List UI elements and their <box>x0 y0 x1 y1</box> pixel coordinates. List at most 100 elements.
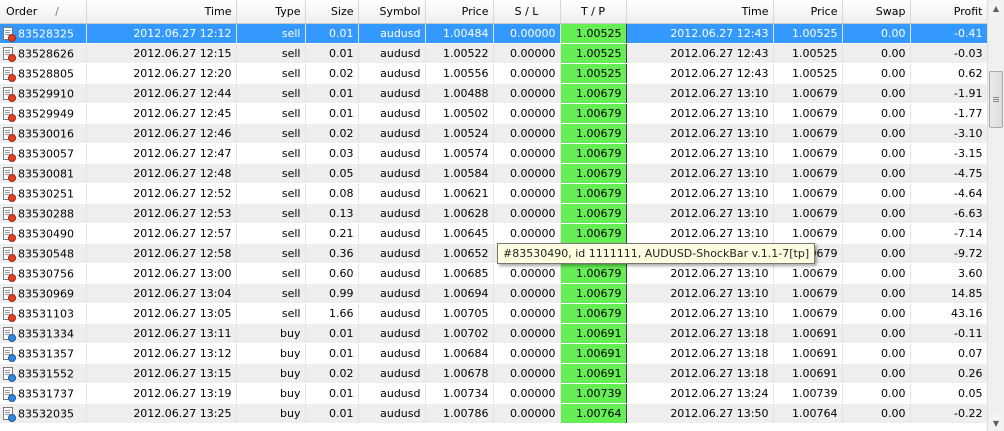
order-cell[interactable]: 83528626 <box>0 43 87 64</box>
table-row[interactable]: 83528325 2012.06.27 12:12 sell 0.01 audusd 1.… <box>0 23 987 44</box>
table-row[interactable]: 83530969 2012.06.27 13:04 sell 0.99 audusd 1.… <box>0 283 987 304</box>
column-header-close-price[interactable]: Price <box>773 0 843 24</box>
order-cell[interactable]: 83531103 <box>0 303 87 324</box>
order-cell[interactable]: 83530969 <box>0 283 87 304</box>
table-row[interactable]: 83528805 2012.06.27 12:20 sell 0.02 audusd 1.… <box>0 63 987 84</box>
column-header-time[interactable]: Time <box>86 0 237 24</box>
table-row[interactable]: 83530081 2012.06.27 12:48 sell 0.05 audusd 1.… <box>0 163 987 184</box>
scroll-down-button[interactable]: ▼ <box>989 415 1003 431</box>
close-price-cell: 1.00525 <box>773 43 843 64</box>
order-cell[interactable]: 83528805 <box>0 63 87 84</box>
sl-cell: 0.00000 <box>493 363 561 384</box>
table-row[interactable]: 83531552 2012.06.27 13:15 buy 0.02 audusd 1.0… <box>0 363 987 384</box>
profit-cell: -4.64 <box>910 183 987 204</box>
scrollbar-thumb[interactable] <box>989 71 1003 128</box>
type-cell: sell <box>236 223 306 244</box>
tp-cell: 1.00525 <box>559 43 627 64</box>
order-cell[interactable]: 83531334 <box>0 323 87 344</box>
price-cell: 1.00502 <box>425 103 494 124</box>
order-number: 83530756 <box>18 267 74 281</box>
order-cell[interactable]: 83528325 <box>0 23 87 44</box>
order-cell[interactable]: 83532035 <box>0 403 87 424</box>
order-cell[interactable]: 83530057 <box>0 143 87 164</box>
column-header-order-label: Order <box>6 5 38 18</box>
price-cell: 1.00786 <box>425 403 494 424</box>
sell-marker-icon <box>8 274 16 283</box>
buy-marker-icon <box>8 414 16 423</box>
close-price-cell: 1.00691 <box>773 363 843 384</box>
column-header-swap[interactable]: Swap <box>842 0 911 24</box>
table-row[interactable]: 83529949 2012.06.27 12:45 sell 0.01 audusd 1.… <box>0 103 987 124</box>
table-row[interactable]: 83530756 2012.06.27 13:00 sell 0.60 audusd 1.… <box>0 263 987 284</box>
swap-cell: 0.00 <box>842 203 911 224</box>
document-icon <box>3 367 16 383</box>
table-row[interactable]: 83530251 2012.06.27 12:52 sell 0.08 audusd 1.… <box>0 183 987 204</box>
table-row[interactable]: 83532035 2012.06.27 13:25 buy 0.01 audusd 1.0… <box>0 403 987 424</box>
size-cell: 0.01 <box>305 403 359 424</box>
table-row[interactable]: 83531357 2012.06.27 13:12 buy 0.01 audusd 1.0… <box>0 343 987 364</box>
order-cell[interactable]: 83530016 <box>0 123 87 144</box>
price-cell: 1.00574 <box>425 143 494 164</box>
column-header-close-time[interactable]: Time <box>626 0 774 24</box>
symbol-cell: audusd <box>358 223 426 244</box>
table-row[interactable]: 83531103 2012.06.27 13:05 sell 1.66 audusd 1.… <box>0 303 987 324</box>
order-cell[interactable]: 83530081 <box>0 163 87 184</box>
price-cell: 1.00678 <box>425 363 494 384</box>
order-cell[interactable]: 83530756 <box>0 263 87 284</box>
table-row[interactable]: 83530288 2012.06.27 12:53 sell 0.13 audusd 1.… <box>0 203 987 224</box>
column-header-type[interactable]: Type <box>236 0 306 24</box>
vertical-scrollbar[interactable]: ▲ ▼ <box>987 0 1004 431</box>
order-cell[interactable]: 83529949 <box>0 103 87 124</box>
order-cell[interactable]: 83530251 <box>0 183 87 204</box>
document-icon <box>3 267 16 283</box>
close-time-cell: 2012.06.27 13:18 <box>626 323 774 344</box>
order-cell[interactable]: 83531552 <box>0 363 87 384</box>
table-row[interactable]: 83530548 2012.06.27 12:58 sell 0.36 audusd 1.… <box>0 243 987 264</box>
symbol-cell: audusd <box>358 83 426 104</box>
tp-cell: 1.00691 <box>559 343 627 364</box>
column-header-sl[interactable]: S / L <box>493 0 561 24</box>
column-header-order[interactable]: Order / <box>0 0 87 24</box>
order-number: 83530081 <box>18 167 74 181</box>
price-cell: 1.00628 <box>425 203 494 224</box>
table-row[interactable]: 83530057 2012.06.27 12:47 sell 0.03 audusd 1.… <box>0 143 987 164</box>
sl-cell: 0.00000 <box>493 403 561 424</box>
table-row[interactable]: 83530490 2012.06.27 12:57 sell 0.21 audusd 1.… <box>0 223 987 244</box>
profit-cell: -1.91 <box>910 83 987 104</box>
type-cell: sell <box>236 43 306 64</box>
order-cell[interactable]: 83530490 <box>0 223 87 244</box>
order-cell[interactable]: 83531737 <box>0 383 87 404</box>
order-cell[interactable]: 83531357 <box>0 343 87 364</box>
sl-cell: 0.00000 <box>493 83 561 104</box>
order-number: 83532035 <box>18 407 74 421</box>
time-cell: 2012.06.27 12:15 <box>86 43 237 64</box>
order-number: 83529949 <box>18 107 74 121</box>
table-row[interactable]: 83530016 2012.06.27 12:46 sell 0.02 audusd 1.… <box>0 123 987 144</box>
symbol-cell: audusd <box>358 43 426 64</box>
document-icon <box>3 347 16 363</box>
order-cell[interactable]: 83530548 <box>0 243 87 264</box>
order-cell[interactable]: 83529910 <box>0 83 87 104</box>
table-row[interactable]: 83528626 2012.06.27 12:15 sell 0.01 audusd 1.… <box>0 43 987 64</box>
swap-cell: 0.00 <box>842 283 911 304</box>
profit-cell: 3.60 <box>910 263 987 284</box>
column-header-symbol[interactable]: Symbol <box>358 0 426 24</box>
column-header-tp[interactable]: T / P <box>560 0 627 24</box>
column-header-size[interactable]: Size <box>305 0 359 24</box>
table-row[interactable]: 83531334 2012.06.27 13:11 buy 0.01 audusd 1.0… <box>0 323 987 344</box>
table-row[interactable]: 83529910 2012.06.27 12:44 sell 0.01 audusd 1.… <box>0 83 987 104</box>
price-cell: 1.00705 <box>425 303 494 324</box>
tp-cell: 1.00679 <box>559 163 627 184</box>
order-number: 83530969 <box>18 287 74 301</box>
table-row[interactable]: 83531737 2012.06.27 13:19 buy 0.01 audusd 1.0… <box>0 383 987 404</box>
column-header-profit[interactable]: Profit <box>910 0 987 24</box>
document-icon <box>3 287 16 303</box>
column-header-price[interactable]: Price <box>425 0 494 24</box>
type-cell: sell <box>236 103 306 124</box>
swap-cell: 0.00 <box>842 223 911 244</box>
sl-cell: 0.00000 <box>493 183 561 204</box>
document-icon <box>3 27 16 43</box>
symbol-cell: audusd <box>358 283 426 304</box>
order-cell[interactable]: 83530288 <box>0 203 87 224</box>
scroll-up-button[interactable]: ▲ <box>989 0 1003 16</box>
